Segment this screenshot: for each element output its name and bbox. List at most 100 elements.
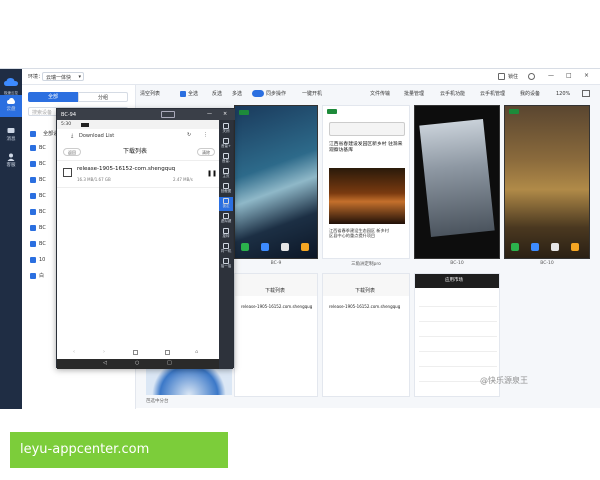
more-icon[interactable]: ⋮ bbox=[203, 132, 208, 138]
news-body: 江西省春季建设生态园区 新乡村 区县中心的重点提升项目 bbox=[329, 228, 405, 239]
tab-group[interactable]: 分组 bbox=[78, 92, 128, 102]
env-label: 环境： bbox=[28, 74, 44, 80]
checkbox[interactable] bbox=[30, 256, 36, 263]
my-devices-button[interactable]: 我的设备 bbox=[520, 91, 540, 97]
side-virtual-key-button[interactable]: 虚拟键 bbox=[219, 212, 233, 226]
one-click-boot-button[interactable]: 一键开机 bbox=[302, 91, 322, 97]
close-button[interactable]: × bbox=[584, 72, 589, 79]
device-screen-bc10-b[interactable] bbox=[504, 105, 590, 259]
side-home-button[interactable]: 主页 bbox=[219, 167, 233, 181]
list-item[interactable]: BC bbox=[30, 137, 46, 151]
minimize-button[interactable]: — bbox=[548, 72, 554, 79]
sync-toggle[interactable] bbox=[252, 90, 264, 97]
browser-nav-bar: ‹ › ⌂ bbox=[57, 348, 221, 358]
bell-icon[interactable] bbox=[528, 73, 535, 80]
window-min-icon[interactable]: — bbox=[207, 111, 212, 117]
batch-manage-button[interactable]: 批量管理 bbox=[404, 91, 424, 97]
pause-icon[interactable]: ❚❚ bbox=[207, 170, 217, 177]
side-volume-up-button[interactable]: 音量+ bbox=[219, 137, 233, 151]
rail-item-messages[interactable]: 消息 bbox=[0, 125, 22, 147]
side-shake-button[interactable]: 摇一摇 bbox=[219, 257, 233, 271]
refresh-icon[interactable]: ↻ bbox=[187, 132, 191, 138]
news-title: 江西省春建设发园区新乡村 驻滁来观察访基库 bbox=[329, 142, 403, 154]
checkbox[interactable] bbox=[30, 176, 36, 183]
back-label: 返回 bbox=[68, 150, 76, 155]
device-control-window[interactable]: BC-94 — × 5:30 ⤓ Download List ↻ ⋮ 返回 下载… bbox=[56, 108, 235, 369]
list-item[interactable]: BC bbox=[30, 201, 46, 215]
checkbox[interactable] bbox=[30, 224, 36, 231]
side-rotate-button[interactable]: 旋转 bbox=[219, 227, 233, 241]
device-side-toolbar: 关闭 音量+ 音量- 主页 回截图 锁定 虚拟键 旋转 同一机 摇一摇 bbox=[219, 120, 233, 369]
device-screen[interactable]: 5:30 ⤓ Download List ↻ ⋮ 返回 下载列表 清除 rele… bbox=[57, 120, 221, 369]
checkbox[interactable] bbox=[30, 272, 36, 279]
checkbox[interactable] bbox=[30, 160, 36, 167]
side-close-button[interactable]: 关闭 bbox=[219, 122, 233, 136]
tab-all[interactable]: 全部 bbox=[28, 92, 78, 102]
market-title: 应用市场 bbox=[445, 278, 463, 283]
tabs-icon[interactable] bbox=[133, 350, 138, 355]
side-screenshot-button[interactable]: 回截图 bbox=[219, 182, 233, 196]
list-item-label: BC bbox=[39, 208, 46, 215]
device-window-titlebar[interactable]: BC-94 — × bbox=[57, 109, 235, 120]
clear-button[interactable]: 清除 bbox=[197, 148, 215, 156]
checkbox[interactable] bbox=[30, 144, 36, 151]
list-item[interactable]: BC bbox=[30, 169, 46, 183]
status-time: 5:30 bbox=[61, 122, 72, 127]
device-screen-bc10-a[interactable] bbox=[414, 105, 500, 259]
cloud-phone-function-button[interactable]: 云手机功能 bbox=[440, 91, 465, 97]
lock-icon[interactable] bbox=[498, 73, 505, 80]
device-label: BC-10 bbox=[540, 261, 554, 266]
env-select[interactable]: 云瑞一体快 ▾ bbox=[42, 72, 84, 81]
nav-back-icon[interactable]: ◁ bbox=[103, 360, 107, 366]
back-arrow-icon[interactable]: ‹ bbox=[73, 349, 75, 355]
rail-item-service[interactable]: 客服 bbox=[0, 151, 22, 173]
multi-select-button[interactable]: 多选 bbox=[232, 91, 242, 97]
side-lock-button[interactable]: 锁定 bbox=[219, 197, 233, 211]
app-dock-icons bbox=[511, 243, 579, 251]
list-item[interactable]: BC bbox=[30, 217, 46, 231]
device-screen-download-1[interactable]: 下载列表 release-1905-16152.com.shengqug bbox=[234, 273, 318, 397]
download-list-label: Download List bbox=[79, 133, 115, 139]
nav-recent-icon[interactable]: □ bbox=[167, 360, 172, 366]
download-item[interactable]: release-1905-16152-com.shengquq 16.3 MB/… bbox=[57, 162, 221, 188]
list-item[interactable]: BC bbox=[30, 233, 46, 247]
file-transfer-button[interactable]: 文件传输 bbox=[370, 91, 390, 97]
lock-label: 锁住 bbox=[508, 74, 519, 80]
list-item[interactable]: 白 bbox=[30, 265, 44, 279]
side-volume-down-button[interactable]: 音量- bbox=[219, 152, 233, 166]
list-item[interactable]: BC bbox=[30, 185, 46, 199]
clear-list-button[interactable]: 清空列表 bbox=[140, 91, 160, 97]
rail-item-cloud-disk[interactable]: 云盘 bbox=[0, 95, 22, 117]
back-button[interactable]: 返回 bbox=[63, 148, 81, 156]
zoom-select[interactable]: 120% bbox=[556, 91, 570, 97]
quality-select[interactable] bbox=[161, 111, 175, 118]
pages-icon[interactable] bbox=[165, 350, 170, 355]
checkbox[interactable] bbox=[30, 208, 36, 215]
forward-arrow-icon[interactable]: › bbox=[103, 349, 105, 355]
nav-home-icon[interactable]: ○ bbox=[135, 360, 139, 366]
status-bar: 5:30 bbox=[57, 120, 221, 129]
search-box[interactable] bbox=[329, 122, 405, 136]
download-list-bar: ⤓ Download List ↻ ⋮ bbox=[57, 129, 221, 143]
home-icon[interactable]: ⌂ bbox=[195, 349, 198, 355]
window-close-icon[interactable]: × bbox=[223, 111, 227, 117]
select-all-button[interactable]: 全选 bbox=[188, 91, 198, 97]
checkbox[interactable] bbox=[30, 240, 36, 247]
invert-select-button[interactable]: 反选 bbox=[212, 91, 222, 97]
device-screen-bc9[interactable] bbox=[234, 105, 318, 259]
checkbox[interactable] bbox=[30, 192, 36, 199]
chevron-down-icon: ▾ bbox=[78, 74, 81, 80]
device-screen-news[interactable]: 江西省春建设发园区新乡村 驻滁来观察访基库 江西省春季建设生态园区 新乡村 区县… bbox=[322, 105, 410, 259]
list-item[interactable]: 10 bbox=[30, 249, 45, 263]
maximize-button[interactable]: □ bbox=[566, 72, 572, 79]
grid-view-icon[interactable] bbox=[582, 90, 590, 97]
news-line: 区县中心的重点提升项目 bbox=[329, 233, 376, 239]
cloud-phone-manage-button[interactable]: 云手机管理 bbox=[480, 91, 505, 97]
device-window-title: BC-94 bbox=[61, 111, 76, 118]
select-all-checkbox[interactable] bbox=[30, 130, 36, 137]
file-name: release-1905-16152-com.shengquq bbox=[77, 166, 176, 172]
device-screen-download-2[interactable]: 下载列表 release-1905-16152.com.shengqug bbox=[322, 273, 410, 397]
side-same-device-button[interactable]: 同一机 bbox=[219, 242, 233, 256]
hidden-device-preview bbox=[146, 365, 232, 395]
list-item[interactable]: BC bbox=[30, 153, 46, 167]
